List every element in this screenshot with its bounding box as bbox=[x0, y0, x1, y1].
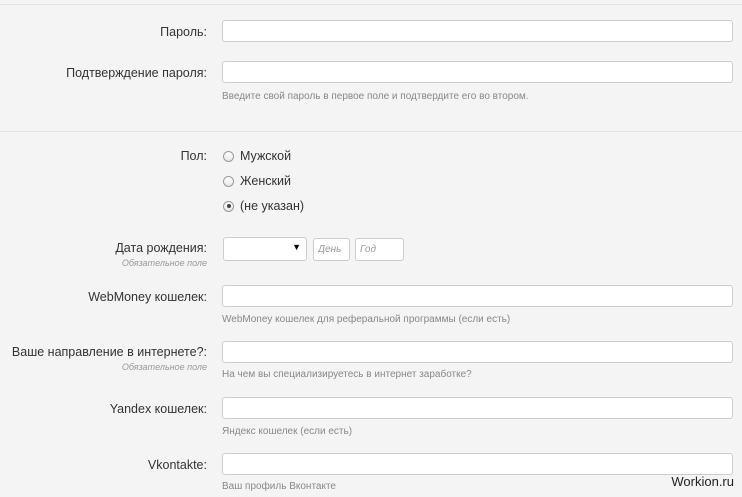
dropdown-arrow-icon: ▼ bbox=[292, 242, 301, 252]
birth-year-input[interactable] bbox=[355, 238, 404, 261]
direction-label: Ваше направление в интернете?: bbox=[11, 345, 207, 359]
password-label: Пароль: bbox=[160, 25, 207, 39]
webmoney-hint: WebMoney кошелек для реферальной програм… bbox=[222, 314, 511, 325]
gender-option-label: (не указан) bbox=[240, 199, 305, 213]
direction-field[interactable] bbox=[222, 341, 733, 363]
birthdate-label: Дата рождения: bbox=[115, 241, 207, 255]
radio-button-icon[interactable] bbox=[223, 150, 234, 162]
vkontakte-label: Vkontakte: bbox=[147, 458, 207, 472]
watermark: Workion.ru bbox=[671, 474, 734, 489]
vkontakte-field[interactable] bbox=[222, 453, 733, 475]
yandex-hint: Яндекс кошелек (если есть) bbox=[222, 426, 353, 437]
gender-label: Пол: bbox=[180, 149, 207, 163]
gender-option-unspecified[interactable]: (не указан) bbox=[223, 199, 304, 213]
webmoney-label: WebMoney кошелек: bbox=[88, 290, 207, 304]
birth-day-input[interactable] bbox=[313, 238, 350, 261]
password-confirm-hint: Введите свой пароль в первое поле и подт… bbox=[222, 91, 529, 102]
yandex-field[interactable] bbox=[222, 397, 733, 419]
password-field[interactable] bbox=[222, 20, 733, 42]
webmoney-field[interactable] bbox=[222, 285, 733, 307]
birth-month-select[interactable]: ▼ bbox=[223, 237, 307, 261]
gender-option-male[interactable]: Мужской bbox=[223, 149, 291, 163]
direction-hint: На чем вы специализируетесь в интернет з… bbox=[222, 369, 472, 380]
password-confirm-label: Подтверждение пароля: bbox=[66, 66, 207, 80]
gender-option-label: Мужской bbox=[240, 149, 292, 163]
top-divider bbox=[0, 4, 742, 5]
radio-button-checked-icon[interactable] bbox=[223, 200, 234, 212]
password-confirm-field[interactable] bbox=[222, 61, 733, 83]
birthdate-required-note: Обязательное поле bbox=[121, 258, 207, 268]
gender-option-label: Женский bbox=[240, 174, 291, 188]
direction-required-note: Обязательное поле bbox=[121, 362, 207, 372]
yandex-label: Yandex кошелек: bbox=[109, 402, 207, 416]
vkontakte-hint: Ваш профиль Вконтакте bbox=[222, 481, 336, 492]
section-divider bbox=[0, 131, 742, 132]
radio-button-icon[interactable] bbox=[223, 175, 234, 187]
gender-option-female[interactable]: Женский bbox=[223, 174, 291, 188]
